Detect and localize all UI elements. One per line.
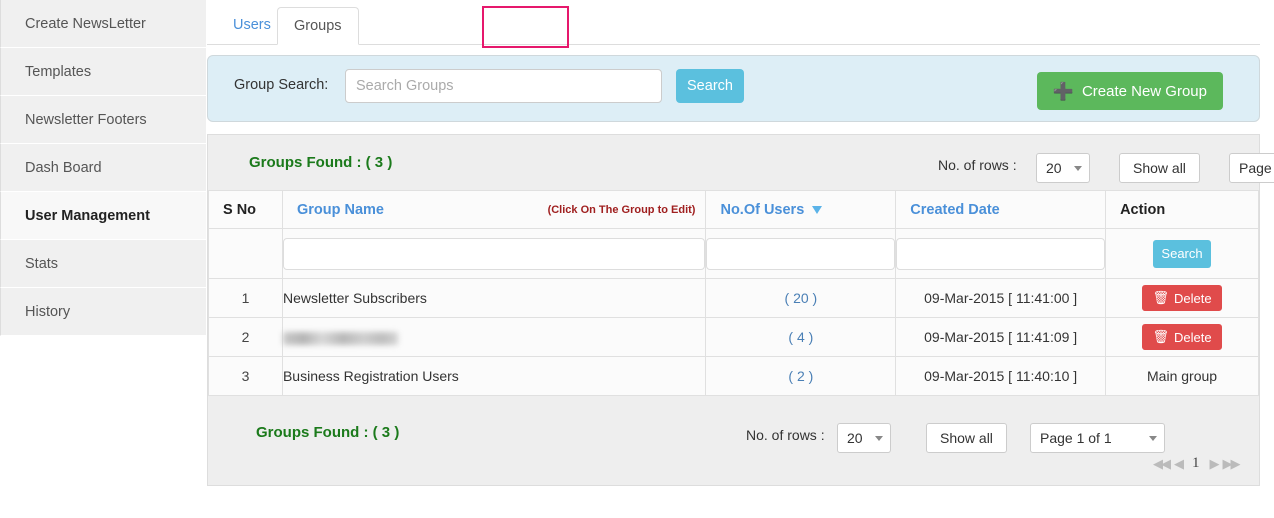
current-page-number-bottom: 1	[1192, 455, 1200, 471]
sidebar-item-label: Stats	[25, 256, 59, 272]
group-search-panel: Group Search: Search ➕ Create New Group	[207, 55, 1260, 122]
group-search-button[interactable]: Search	[676, 69, 744, 103]
page-root: Create NewsLetter Templates Newsletter Foo…	[0, 0, 1274, 518]
redacted-group-name	[282, 331, 398, 345]
header-action: Action	[1105, 190, 1259, 229]
group-search-label: Group Search:	[234, 77, 329, 93]
prev-page-icon[interactable]: ◀	[1174, 456, 1184, 472]
filter-no-of-users-input[interactable]	[706, 237, 896, 270]
filter-cell-users	[705, 228, 897, 279]
sidebar-item-stats[interactable]: Stats	[0, 240, 206, 288]
show-all-button-top[interactable]: Show all	[1119, 153, 1200, 183]
cell-created-date: 09-Mar-2015 [ 11:40:10 ]	[895, 356, 1107, 396]
groups-content-panel: Groups Found : ( 3 ) No. of rows : 20 Sh…	[207, 134, 1274, 486]
sidebar: Create NewsLetter Templates Newsletter Foo…	[0, 0, 206, 518]
create-new-group-label: Create New Group	[1081, 82, 1207, 100]
cell-no-of-users[interactable]: ( 2 )	[705, 356, 897, 396]
table-row[interactable]: 1 Newsletter Subscribers( 20 ) 09-Mar-2015…	[208, 278, 1259, 318]
groups-table-head: S No Group Name (Click On The Group to E…	[208, 190, 1259, 229]
create-new-group-button[interactable]: ➕ Create New Group	[1036, 72, 1223, 110]
tab-bar: Users Groups	[207, 0, 1260, 48]
delete-button[interactable]: 🗑 Delete	[1142, 324, 1222, 350]
cell-created-date: 09-Mar-2015 [ 11:41:09 ]	[895, 317, 1107, 357]
cell-sno: 2	[208, 317, 283, 357]
table-filter-row: Search	[208, 228, 1259, 279]
sidebar-item-label: History	[25, 304, 71, 320]
table-row[interactable]: 2 ( 4 ) 09-Mar-2015 [ 11:41:09 ] 🗑 Delete	[208, 317, 1259, 357]
rows-per-page-label-bottom: No. of rows :	[746, 427, 825, 443]
header-no-of-users[interactable]: No.Of Users	[705, 190, 897, 229]
tab-groups[interactable]: Groups	[277, 7, 359, 45]
sort-descending-caret-icon	[812, 205, 823, 214]
cell-group-name[interactable]: Business Registration Users	[281, 356, 707, 396]
delete-button-label: Delete	[1174, 290, 1212, 306]
page-select-top[interactable]: Page 1 of 1	[1229, 153, 1274, 183]
toolbar-top: Groups Found : ( 3 ) No. of rows : 20 Sh…	[208, 135, 1274, 190]
page-select-bottom[interactable]: Page 1 of 1	[1030, 423, 1165, 453]
filter-cell-sno	[208, 228, 283, 279]
sidebar-item-history[interactable]: History	[0, 288, 206, 336]
filter-group-name-input[interactable]	[282, 237, 706, 270]
header-group-name-label: Group Name	[296, 201, 384, 218]
rows-per-page-select-top[interactable]: 20	[1036, 153, 1090, 183]
sidebar-item-label: User Management	[25, 208, 150, 224]
cell-action: 🗑 Delete	[1105, 317, 1259, 357]
groups-found-label-top: Groups Found : ( 3 )	[249, 154, 393, 171]
cell-no-of-users[interactable]: ( 20 )	[705, 278, 897, 318]
sidebar-item-user-management[interactable]: User Management	[0, 192, 206, 240]
rows-per-page-label-top: No. of rows :	[938, 157, 1017, 173]
cell-created-date: 09-Mar-2015 [ 11:41:00 ]	[895, 278, 1107, 318]
sidebar-item-templates[interactable]: Templates	[0, 48, 206, 96]
group-search-input[interactable]	[345, 69, 662, 103]
cell-sno: 3	[208, 356, 283, 396]
rows-per-page-select-bottom[interactable]: 20	[837, 423, 891, 453]
next-page-icon[interactable]: ▶	[1210, 456, 1220, 472]
cell-action: 🗑 Delete	[1105, 278, 1259, 318]
sidebar-item-label: Templates	[25, 64, 92, 80]
sidebar-item-label: Newsletter Footers	[25, 112, 147, 128]
groups-found-label-bottom: Groups Found : ( 3 )	[256, 424, 400, 441]
table-row[interactable]: 3 Business Registration Users( 2 ) 09-Mar-…	[208, 356, 1259, 396]
delete-button[interactable]: 🗑 Delete	[1142, 285, 1222, 311]
cell-no-of-users[interactable]: ( 4 )	[705, 317, 897, 357]
cell-action: Main group	[1105, 356, 1259, 396]
sidebar-item-create-newsletter[interactable]: Create NewsLetter	[0, 0, 206, 48]
filter-cell-action: Search	[1105, 228, 1259, 279]
show-all-button-bottom[interactable]: Show all	[926, 423, 1007, 453]
sidebar-item-label: Create NewsLetter	[25, 16, 146, 32]
header-created-date[interactable]: Created Date	[895, 190, 1107, 229]
cell-sno: 1	[208, 278, 283, 318]
filter-created-date-input[interactable]	[896, 237, 1106, 270]
trash-icon: 🗑	[1152, 290, 1169, 305]
header-sno: S No	[208, 190, 283, 229]
cell-group-name[interactable]	[281, 317, 707, 357]
sidebar-item-newsletter-footers[interactable]: Newsletter Footers	[0, 96, 206, 144]
click-to-edit-hint: (Click On The Group to Edit)	[547, 203, 696, 216]
tab-groups-highlight-box	[482, 6, 569, 48]
main-group-text: Main group	[1147, 368, 1218, 384]
plus-icon: ➕	[1052, 81, 1074, 101]
header-no-of-users-label: No.Of Users	[720, 201, 805, 218]
table-header-row: S No Group Name (Click On The Group to E…	[208, 190, 1259, 229]
groups-table-body: Search 1 Newsletter Subscribers( 20 ) 09-M…	[208, 228, 1259, 396]
pagination-bottom: ◀◀ ◀ 1 ▶ ▶▶	[1153, 455, 1241, 472]
groups-table: S No Group Name (Click On The Group to E…	[208, 190, 1259, 396]
trash-icon: 🗑	[1152, 329, 1169, 344]
last-page-icon[interactable]: ▶▶	[1223, 456, 1241, 472]
first-page-icon[interactable]: ◀◀	[1153, 456, 1171, 472]
toolbar-bottom: Groups Found : ( 3 ) No. of rows : 20 Sh…	[208, 403, 1259, 485]
delete-button-label: Delete	[1174, 329, 1212, 345]
sidebar-item-dash-board[interactable]: Dash Board	[0, 144, 206, 192]
header-group-name[interactable]: Group Name (Click On The Group to Edit)	[281, 190, 707, 229]
sidebar-item-label: Dash Board	[25, 160, 102, 176]
filter-search-button[interactable]: Search	[1153, 239, 1212, 268]
filter-cell-name	[281, 228, 707, 279]
filter-cell-date	[895, 228, 1107, 279]
cell-group-name[interactable]: Newsletter Subscribers	[281, 278, 707, 318]
